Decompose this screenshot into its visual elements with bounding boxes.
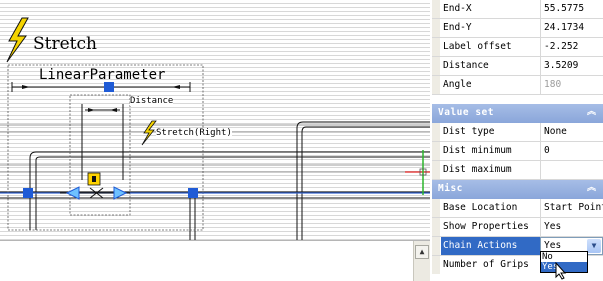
property-row-label-offset[interactable]: Label offset -2.252 [432, 38, 603, 57]
dropdown-option-no[interactable]: No [541, 252, 587, 262]
command-line[interactable]: ▲ [0, 240, 430, 281]
property-key: End-Y [443, 22, 472, 33]
stretch-title: Stretch [33, 34, 97, 54]
section-title: Value set [438, 107, 494, 118]
property-row-show-properties[interactable]: Show Properties Yes [432, 218, 603, 237]
section-value-set[interactable]: Value set ︽ [432, 104, 603, 123]
property-key: Dist type [443, 126, 495, 137]
property-value[interactable]: 3.5209 [540, 57, 603, 75]
property-key: Base Location [443, 202, 518, 213]
drawing-canvas[interactable]: Stretch LinearParameter Distance Stretch… [0, 0, 430, 240]
property-value[interactable]: 55.5775 [540, 0, 603, 18]
property-row-angle[interactable]: Angle 180 [432, 76, 603, 95]
property-value[interactable]: -2.252 [540, 38, 603, 56]
property-value: 180 [540, 76, 603, 94]
property-row-dist-minimum[interactable]: Dist minimum 0 [432, 142, 603, 161]
property-row-dist-type[interactable]: Dist type None [432, 123, 603, 142]
properties-palette: End-X 55.5775 End-Y 24.1734 Label offset… [432, 0, 603, 280]
property-key: Dist minimum [443, 145, 512, 156]
property-value[interactable]: None [540, 123, 603, 141]
property-key: Angle [443, 79, 472, 90]
collapse-chevron-icon[interactable]: ︽ [585, 182, 598, 195]
lock-icon [87, 172, 101, 186]
property-key: End-X [443, 3, 472, 14]
command-scrollbar[interactable]: ▲ [413, 241, 430, 281]
linear-parameter-label: LinearParameter [39, 67, 166, 83]
distance-label: Distance [130, 96, 174, 106]
parameter-grip[interactable] [104, 82, 114, 92]
property-value[interactable]: 0 [540, 142, 603, 160]
stretch-action-label: Stretch(Right) [156, 128, 232, 138]
property-key: Distance [443, 60, 489, 71]
property-value[interactable] [540, 161, 603, 179]
property-key: Show Properties [443, 221, 529, 232]
end-point-grip[interactable] [188, 188, 198, 198]
section-misc[interactable]: Misc ︽ [432, 180, 603, 199]
property-value[interactable]: Yes [540, 218, 603, 236]
property-key: Dist maximum [443, 164, 512, 175]
property-value[interactable]: Start Point [540, 199, 603, 217]
mouse-cursor-icon [555, 262, 567, 280]
property-row-end-y[interactable]: End-Y 24.1734 [432, 19, 603, 38]
chevron-down-icon[interactable]: ▼ [587, 239, 601, 253]
property-key: Chain Actions [441, 237, 540, 255]
select-value: Yes [544, 240, 562, 251]
property-key: Label offset [443, 41, 512, 52]
property-key: Number of Grips [443, 259, 529, 270]
scroll-up-icon[interactable]: ▲ [415, 245, 429, 259]
collapse-chevron-icon[interactable]: ︽ [585, 106, 598, 119]
base-point-grip[interactable] [23, 188, 33, 198]
property-value[interactable]: 24.1734 [540, 19, 603, 37]
property-row-distance[interactable]: Distance 3.5209 [432, 57, 603, 76]
section-title: Misc [438, 183, 463, 194]
property-row-base-location[interactable]: Base Location Start Point [432, 199, 603, 218]
property-row-end-x[interactable]: End-X 55.5775 [432, 0, 603, 19]
property-row-dist-maximum[interactable]: Dist maximum [432, 161, 603, 180]
